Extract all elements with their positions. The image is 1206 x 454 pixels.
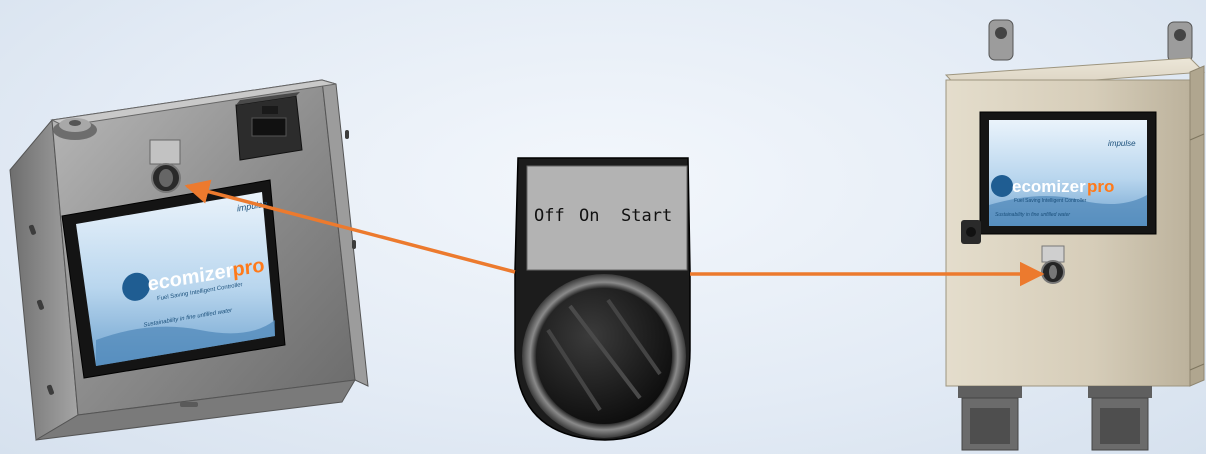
enclosure-logo-main: ecomizer [1012, 177, 1086, 196]
enclosure-slogan: Sustainability in fine unfilled water [995, 212, 1070, 218]
switch-position-off: Off [534, 206, 565, 226]
door-lock-icon [961, 220, 981, 244]
switch-knob-face[interactable] [536, 288, 672, 424]
enclosure-tagline: Fuel Saving Intelligent Controller [1014, 198, 1087, 204]
latch-housing [235, 92, 303, 161]
switch-position-on: On [579, 206, 599, 226]
cable-gland-right-icon [1088, 386, 1152, 451]
switch-position-start: Start [621, 206, 672, 226]
mounting-lug-right-icon [1167, 21, 1193, 63]
mounting-lug-left-icon [988, 19, 1014, 61]
bracket-mounted-controller: impulse ecomizer pro Fuel Saving Intelli… [9, 79, 369, 441]
enclosure-key-switch-icon[interactable] [1041, 245, 1065, 284]
enclosure-screen-brand: impulse [1108, 139, 1136, 148]
cable-gland-left-icon [958, 386, 1022, 451]
diagram-canvas: impulse ecomizer pro Fuel Saving Intelli… [9, 19, 1206, 451]
wall-enclosure-controller: impulse ecomizer pro Fuel Saving Intelli… [944, 19, 1206, 451]
enclosure-side [1189, 65, 1205, 387]
enclosure-logo-accent: pro [1087, 177, 1114, 196]
selector-switch: Off On Start [514, 157, 691, 441]
